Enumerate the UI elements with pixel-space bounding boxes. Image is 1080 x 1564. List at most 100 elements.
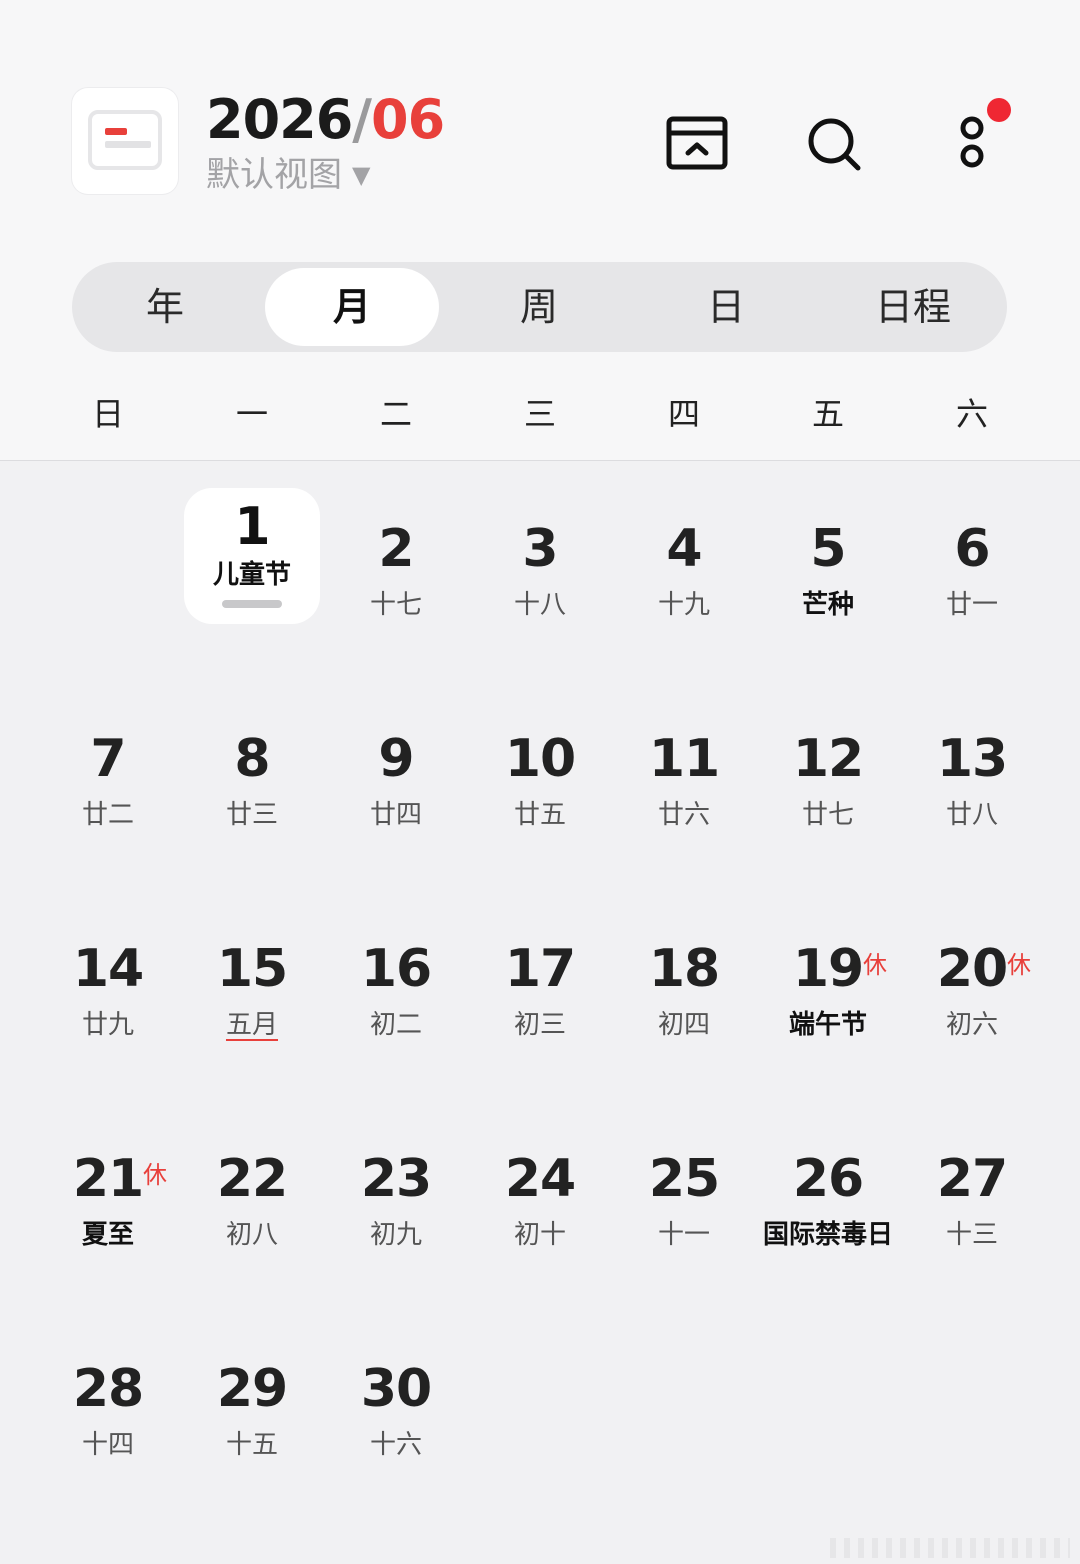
day-cell[interactable]: 21 夏至休 (36, 1124, 180, 1274)
day-number: 7 (90, 729, 126, 789)
lunar-label: 十五 (225, 1430, 278, 1460)
day-cell[interactable]: 27 十三 (900, 1124, 1044, 1274)
day-cell[interactable]: 28 十四 (36, 1334, 180, 1484)
day-cell[interactable]: 1 儿童节 (180, 486, 324, 636)
day-cell[interactable]: 11 廿六 (612, 704, 756, 854)
day-number: 1 (234, 497, 270, 557)
weekday-tue: 二 (379, 395, 412, 433)
day-cell[interactable]: 2 十七 (324, 494, 468, 644)
view-selector[interactable]: 默认视图 ▼ (206, 154, 370, 196)
day-cell[interactable]: 22 初八 (180, 1124, 324, 1274)
lunar-label: 廿四 (369, 800, 422, 830)
tab-year[interactable]: 年 (78, 268, 252, 346)
month-title[interactable]: 2026/06 (206, 88, 445, 152)
day-cell[interactable]: 13 廿八 (900, 704, 1044, 854)
lunar-label: 初九 (369, 1220, 422, 1250)
lunar-label: 廿八 (945, 800, 998, 830)
notification-dot (987, 98, 1011, 122)
lunar-label: 初六 (945, 1010, 998, 1040)
day-number: 22 (216, 1149, 288, 1209)
app-calendar-icon[interactable] (72, 88, 178, 194)
day-number: 27 (936, 1149, 1008, 1209)
tab-month[interactable]: 月 (265, 268, 439, 346)
day-cell[interactable]: 20 初六休 (900, 914, 1044, 1064)
day-cell[interactable]: 14 廿九 (36, 914, 180, 1064)
day-cell[interactable]: 8 廿三 (180, 704, 324, 854)
lunar-label: 十八 (513, 590, 566, 620)
lunar-label: 十四 (81, 1430, 134, 1460)
day-cell[interactable]: 23 初九 (324, 1124, 468, 1274)
day-cell[interactable]: 30 十六 (324, 1334, 468, 1484)
day-number: 30 (360, 1359, 432, 1419)
day-number: 4 (666, 519, 702, 579)
day-cell[interactable]: 7 廿二 (36, 704, 180, 854)
chevron-down-icon: ▼ (352, 161, 371, 189)
day-cell[interactable]: 24 初十 (468, 1124, 612, 1274)
title-separator: / (352, 88, 372, 151)
lunar-label: 廿九 (81, 1010, 134, 1040)
day-cell[interactable]: 25 十一 (612, 1124, 756, 1274)
lunar-label: 端午节 (788, 1010, 867, 1040)
day-cell[interactable]: 9 廿四 (324, 704, 468, 854)
day-number: 3 (522, 519, 558, 579)
grey-bar (105, 141, 151, 148)
lunar-label: 十一 (657, 1220, 710, 1250)
day-number: 26 (792, 1149, 864, 1209)
lunar-label: 初二 (369, 1010, 422, 1040)
weekday-fri: 五 (811, 395, 844, 433)
weekday-mon: 一 (235, 395, 268, 433)
day-number: 9 (378, 729, 414, 789)
lunar-label: 廿三 (225, 800, 278, 830)
day-cell[interactable]: 15 五月 (180, 914, 324, 1064)
rest-day-badge: 休 (1007, 951, 1031, 979)
day-cell[interactable]: 29 十五 (180, 1334, 324, 1484)
tab-week[interactable]: 周 (452, 268, 626, 346)
day-cell[interactable]: 16 初二 (324, 914, 468, 1064)
day-number: 5 (810, 519, 846, 579)
lunar-label: 十六 (369, 1430, 422, 1460)
header-area: 2026/06 默认视图 ▼ 年 月 周 日 日程 日 一 二 三 四 五 六 (0, 0, 1080, 461)
lunar-label: 廿五 (513, 800, 566, 830)
weekday-wed: 三 (523, 395, 556, 433)
lunar-label: 廿二 (81, 800, 134, 830)
lunar-label: 十七 (369, 590, 422, 620)
day-number: 6 (954, 519, 990, 579)
day-cell[interactable]: 26 国际禁毒日 (756, 1124, 900, 1274)
day-cell[interactable]: 4 十九 (612, 494, 756, 644)
lunar-label: 十九 (657, 590, 710, 620)
day-cell[interactable]: 5 芒种 (756, 494, 900, 644)
month-text: 06 (371, 88, 445, 151)
red-bar (105, 128, 127, 135)
lunar-label: 儿童节 (212, 560, 291, 590)
day-number: 18 (648, 939, 720, 999)
lunar-label: 初十 (513, 1220, 566, 1250)
day-number: 17 (504, 939, 576, 999)
day-number: 15 (216, 939, 288, 999)
inbox-icon[interactable] (666, 116, 728, 170)
day-number: 13 (936, 729, 1008, 789)
day-cell[interactable]: 3 十八 (468, 494, 612, 644)
day-number: 11 (648, 729, 720, 789)
lunar-label: 国际禁毒日 (762, 1220, 893, 1250)
day-cell[interactable]: 12 廿七 (756, 704, 900, 854)
today-indicator-bar (222, 600, 282, 608)
lunar-label: 廿一 (945, 590, 998, 620)
day-number: 12 (792, 729, 864, 789)
view-tabs: 年 月 周 日 日程 (72, 262, 1007, 352)
more-icon[interactable] (956, 112, 988, 172)
day-number: 14 (72, 939, 144, 999)
day-cell[interactable]: 6 廿一 (900, 494, 1044, 644)
day-cell[interactable]: 17 初三 (468, 914, 612, 1064)
day-cell[interactable]: 10 廿五 (468, 704, 612, 854)
day-cell[interactable]: 19 端午节休 (756, 914, 900, 1064)
day-number: 24 (504, 1149, 576, 1209)
tab-day[interactable]: 日 (639, 268, 813, 346)
lunar-label: 芒种 (801, 590, 854, 620)
rest-day-badge: 休 (863, 951, 887, 979)
day-number: 2 (378, 519, 414, 579)
lunar-label: 初三 (513, 1010, 566, 1040)
search-icon[interactable] (806, 116, 862, 172)
view-label: 默认视图 (206, 155, 342, 195)
tab-schedule[interactable]: 日程 (826, 268, 1000, 346)
day-cell[interactable]: 18 初四 (612, 914, 756, 1064)
